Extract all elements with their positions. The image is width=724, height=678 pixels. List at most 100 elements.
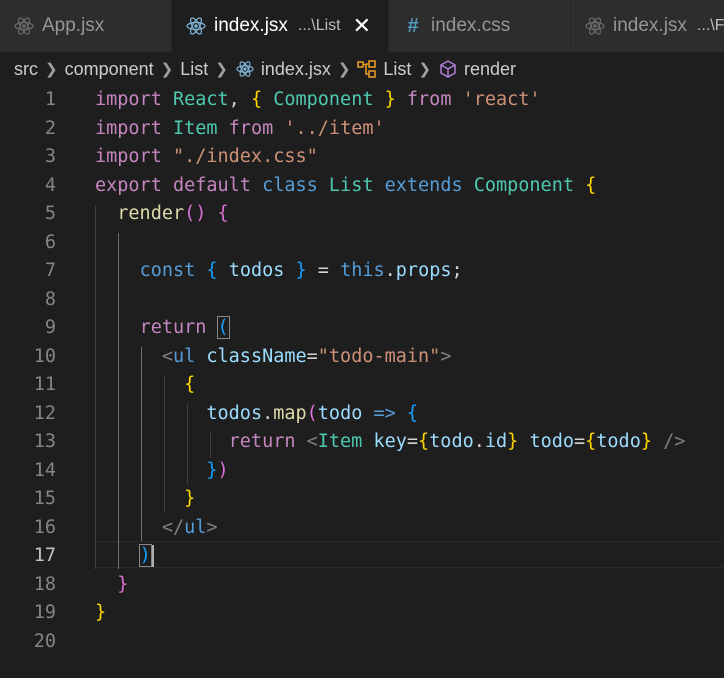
line-number: 2 bbox=[44, 117, 56, 139]
code-token: key bbox=[373, 431, 407, 452]
code-token: todo bbox=[529, 431, 574, 452]
code-text: } bbox=[95, 485, 195, 514]
code-token: </ bbox=[161, 516, 185, 538]
code-line[interactable]: 5 render() { bbox=[0, 200, 724, 229]
code-line[interactable]: 17 ) bbox=[0, 542, 724, 571]
line-number: 16 bbox=[33, 516, 56, 538]
code-line[interactable]: 8 bbox=[0, 286, 724, 315]
line-number: 13 bbox=[33, 431, 56, 452]
code-token: ul bbox=[172, 345, 196, 367]
line-number: 7 bbox=[44, 260, 56, 281]
code-token: import bbox=[95, 117, 162, 139]
code-token: } bbox=[95, 602, 107, 623]
code-token: return bbox=[228, 431, 296, 452]
code-token: , bbox=[228, 89, 251, 110]
code-line[interactable]: 3 import "./index.css" bbox=[0, 143, 724, 172]
code-token: < bbox=[161, 345, 173, 367]
code-line[interactable]: 12 todos.map(todo => { bbox=[0, 400, 724, 429]
method-cube-icon bbox=[438, 59, 458, 79]
code-token: . bbox=[384, 260, 396, 281]
code-line[interactable]: 16 </ul> bbox=[0, 514, 724, 543]
code-line[interactable]: 10 <ul className="todo-main"> bbox=[0, 343, 724, 372]
breadcrumb: src ❯ component ❯ List ❯ index.jsx ❯ Lis… bbox=[0, 52, 724, 86]
code-line[interactable]: 18 } bbox=[0, 571, 724, 600]
tab-label: index.css bbox=[431, 15, 511, 36]
tab-index-jsx-other[interactable]: index.jsx ...\F bbox=[571, 0, 724, 52]
chevron-right-icon: ❯ bbox=[418, 61, 432, 78]
code-line[interactable]: 11 { bbox=[0, 371, 724, 400]
code-token: { bbox=[418, 431, 430, 452]
breadcrumb-item-class[interactable]: List bbox=[383, 59, 411, 80]
tab-index-jsx-list[interactable]: index.jsx ...\List ✕ bbox=[172, 0, 389, 52]
code-line[interactable]: 6 bbox=[0, 229, 724, 258]
code-editor[interactable]: 1 import React, { Component } from 'react… bbox=[0, 86, 724, 678]
line-number: 6 bbox=[44, 231, 56, 253]
code-token: todos bbox=[228, 260, 285, 281]
code-token: export bbox=[95, 174, 162, 196]
tab-index-css[interactable]: # index.css bbox=[389, 0, 571, 52]
code-token: todos bbox=[206, 402, 263, 424]
code-line[interactable]: 19} bbox=[0, 599, 724, 628]
code-line[interactable]: 7 const { todos } = this.props; bbox=[0, 257, 724, 286]
code-token: } bbox=[117, 573, 129, 595]
code-line[interactable]: 4 export default class List extends Compo… bbox=[0, 172, 724, 201]
code-token: id bbox=[484, 431, 508, 452]
code-text: todos.map(todo => { bbox=[95, 400, 418, 429]
code-line[interactable]: 2 import Item from '../item' bbox=[0, 115, 724, 144]
tab-app-jsx[interactable]: App.jsx bbox=[0, 0, 172, 52]
chevron-right-icon: ❯ bbox=[45, 61, 58, 78]
breadcrumb-item-src[interactable]: src bbox=[14, 59, 38, 80]
close-icon[interactable]: ✕ bbox=[353, 15, 371, 37]
code-text: ) bbox=[95, 542, 152, 571]
code-line[interactable]: 20 bbox=[0, 628, 724, 657]
line-number: 4 bbox=[44, 174, 56, 196]
line-number: 19 bbox=[33, 602, 56, 623]
code-line[interactable]: 9 return ( bbox=[0, 314, 724, 343]
code-token: = bbox=[306, 345, 318, 367]
code-token: } bbox=[184, 488, 196, 509]
code-token: > bbox=[440, 345, 452, 367]
code-token: } bbox=[206, 459, 218, 481]
tab-path: ...\F bbox=[696, 17, 724, 34]
code-token: { bbox=[585, 431, 597, 452]
code-token: /> bbox=[663, 431, 686, 452]
breadcrumb-item-file[interactable]: index.jsx bbox=[261, 59, 331, 80]
code-token: render bbox=[117, 203, 185, 224]
code-token: '../item' bbox=[284, 117, 385, 139]
tab-bar: App.jsx index.jsx ...\List ✕ # index.css… bbox=[0, 0, 724, 52]
code-line[interactable]: 15 } bbox=[0, 485, 724, 514]
code-text: render() { bbox=[95, 200, 228, 229]
code-token: default bbox=[172, 174, 251, 196]
line-number: 11 bbox=[33, 374, 56, 395]
line-number: 20 bbox=[33, 630, 56, 652]
code-text: } bbox=[95, 571, 128, 600]
line-number: 1 bbox=[44, 89, 56, 110]
breadcrumb-item-method[interactable]: render bbox=[464, 59, 516, 80]
code-token: = bbox=[306, 260, 341, 281]
code-line[interactable]: 1 import React, { Component } from 'react… bbox=[0, 86, 724, 115]
breadcrumb-item-component[interactable]: component bbox=[65, 59, 154, 80]
code-line[interactable]: 13 return <Item key={todo.id} todo={todo… bbox=[0, 428, 724, 457]
code-text: { bbox=[95, 371, 195, 400]
code-line[interactable]: 14 }) bbox=[0, 457, 724, 486]
code-token: Item bbox=[172, 117, 218, 139]
code-token: className bbox=[206, 345, 307, 367]
code-token: Component bbox=[473, 174, 574, 196]
react-icon bbox=[14, 16, 34, 36]
breadcrumb-item-list-folder[interactable]: List bbox=[180, 59, 208, 80]
code-token: "todo-main" bbox=[317, 345, 441, 367]
